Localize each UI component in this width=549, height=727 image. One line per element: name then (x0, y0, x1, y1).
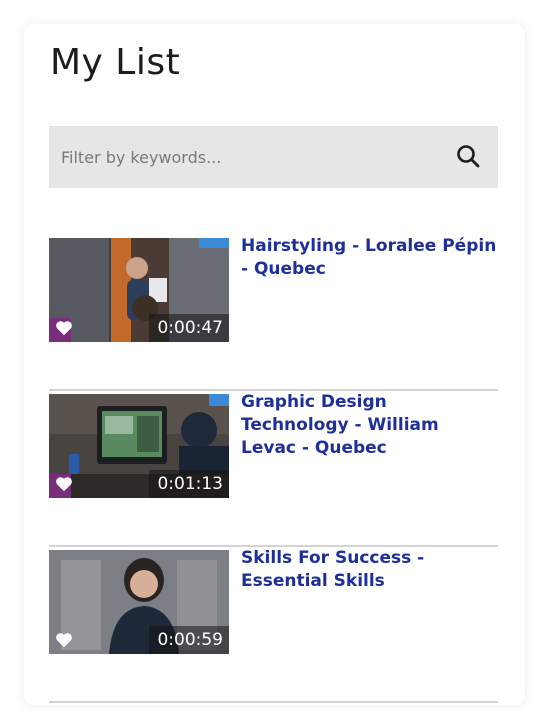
search-bar (49, 126, 498, 188)
video-title-link[interactable]: Graphic Design Technology - William Leva… (241, 391, 499, 460)
list-item: 0:01:13 Graphic Design Technology - Will… (49, 391, 498, 547)
video-duration: 0:00:47 (149, 314, 229, 342)
page-title: My List (50, 42, 181, 83)
video-thumbnail[interactable]: 0:01:13 (49, 394, 229, 498)
video-list: 0:00:47 Hairstyling - Loralee Pépin - Qu… (49, 235, 498, 703)
search-input[interactable] (49, 126, 439, 188)
heart-icon[interactable] (55, 632, 73, 648)
video-thumbnail[interactable]: 0:00:59 (49, 550, 229, 654)
list-item: 0:00:59 Skills For Success - Essential S… (49, 547, 498, 703)
heart-icon[interactable] (55, 320, 73, 336)
heart-icon[interactable] (55, 476, 73, 492)
video-duration: 0:00:59 (149, 626, 229, 654)
video-thumbnail[interactable]: 0:00:47 (49, 238, 229, 342)
my-list-card: My List Filter by keywords... 0:00:47 Ha… (24, 24, 525, 705)
video-title-link[interactable]: Skills For Success - Essential Skills (241, 547, 499, 593)
search-icon (457, 145, 480, 168)
search-button[interactable] (454, 142, 484, 172)
video-title-link[interactable]: Hairstyling - Loralee Pépin - Quebec (241, 235, 499, 281)
list-item: 0:00:47 Hairstyling - Loralee Pépin - Qu… (49, 235, 498, 391)
video-duration: 0:01:13 (149, 470, 229, 498)
